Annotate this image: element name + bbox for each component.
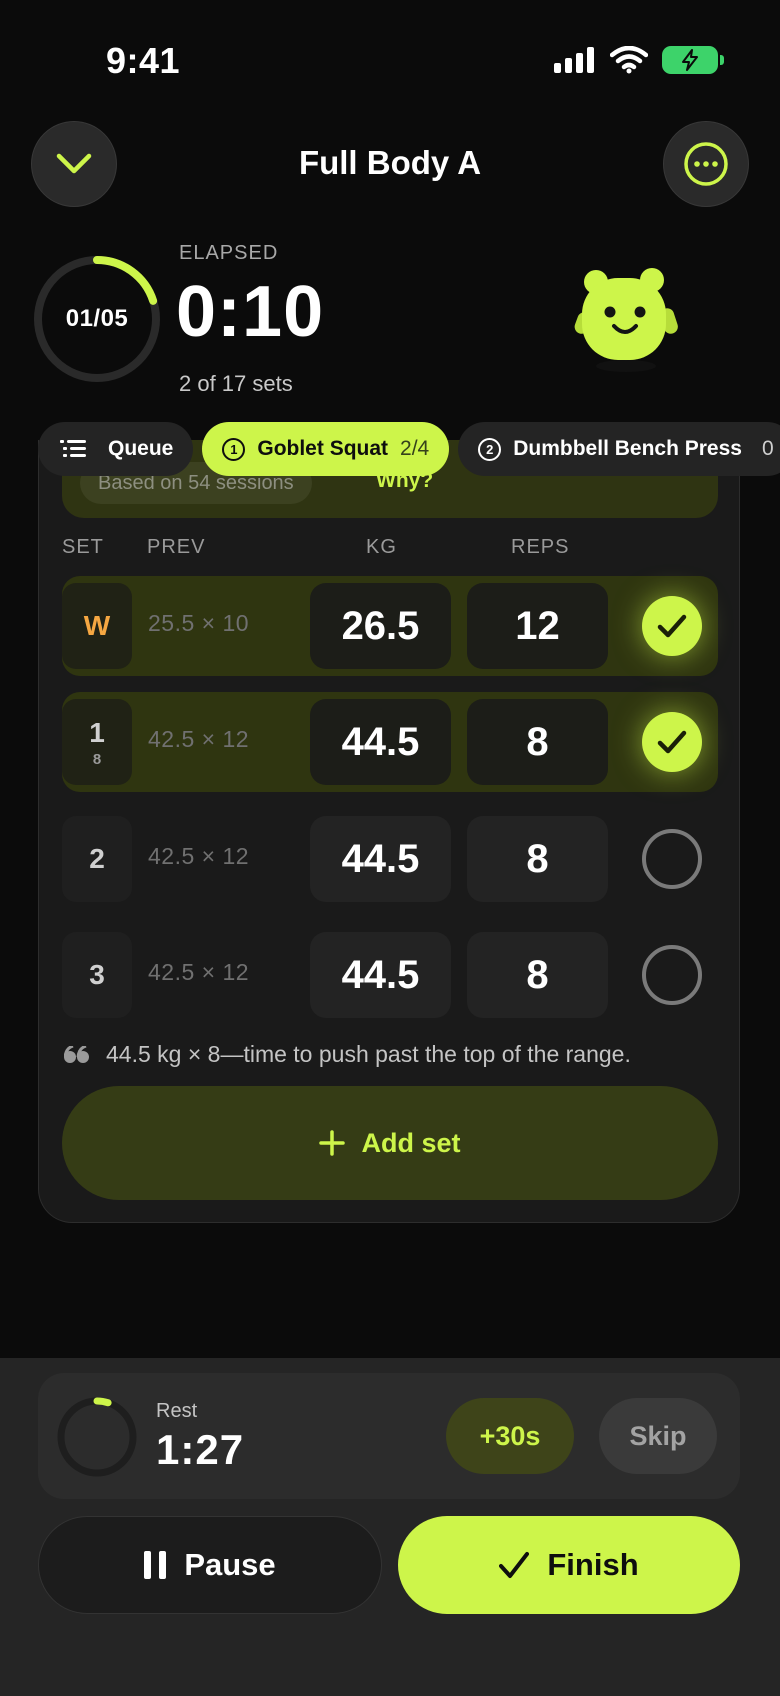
tab-label: Queue [108, 437, 174, 460]
status-time: 9:41 [106, 40, 181, 81]
previous-value: 42.5 × 12 [148, 959, 250, 985]
set-number[interactable]: 1 8 [62, 699, 132, 785]
tab-count: 0 [761, 437, 774, 460]
finish-button[interactable]: Finish [398, 1516, 740, 1614]
coach-tip: 44.5 kg × 8—time to push past the top of… [64, 1041, 631, 1068]
add-set-button[interactable]: Add set [62, 1086, 718, 1200]
previous-value: 42.5 × 12 [148, 843, 250, 869]
set-label: W [83, 610, 111, 641]
set-row: 3 42.5 × 12 44.5 8 [62, 925, 718, 1025]
status-icons [554, 46, 724, 74]
set-sublabel: 8 [92, 750, 102, 768]
weight-input[interactable]: 44.5 [310, 932, 451, 1018]
column-header-kg: KG [366, 536, 397, 558]
plus-icon [319, 1130, 346, 1156]
pause-label: Pause [184, 1547, 276, 1582]
more-horizontal-icon [684, 142, 728, 186]
tab-queue[interactable]: Queue [38, 422, 194, 476]
skip-rest-button[interactable]: Skip [599, 1398, 717, 1474]
reps-input[interactable]: 12 [467, 583, 608, 669]
weight-input[interactable]: 44.5 [310, 816, 451, 902]
elapsed-timer: 0:10 [176, 272, 325, 352]
previous-value: 42.5 × 12 [148, 726, 250, 752]
checkmark-icon [657, 730, 687, 754]
tab-label: Goblet Squat [257, 437, 389, 460]
set-label: 2 [89, 843, 105, 874]
rest-timer: 1:27 [156, 1426, 245, 1473]
weight-input[interactable]: 26.5 [310, 583, 451, 669]
previous-value: 25.5 × 10 [148, 610, 250, 636]
battery-icon [662, 46, 724, 74]
checkmark-icon [499, 1552, 530, 1578]
tab-number: 1 [222, 437, 246, 461]
complete-set-toggle[interactable] [642, 829, 702, 889]
elapsed-label: ELAPSED [179, 242, 279, 264]
column-header-set: SET [62, 536, 104, 558]
coach-tip-text: 44.5 kg × 8—time to push past the top of… [106, 1041, 631, 1067]
add-30s-button[interactable]: +30s [446, 1398, 574, 1474]
set-row: W 25.5 × 10 26.5 12 [62, 576, 718, 676]
pause-icon [144, 1551, 167, 1579]
set-label: 3 [89, 959, 105, 990]
reps-input[interactable]: 8 [467, 699, 608, 785]
wifi-icon [610, 46, 648, 74]
tab-dumbbell-bench-press[interactable]: 2 Dumbbell Bench Press 0 [458, 422, 780, 476]
set-row: 2 42.5 × 12 44.5 8 [62, 809, 718, 909]
rest-progress-ring [57, 1397, 137, 1477]
tab-number: 2 [478, 437, 502, 461]
list-icon [60, 440, 86, 457]
rest-label: Rest [156, 1400, 198, 1422]
more-options-button[interactable] [663, 121, 749, 207]
set-row: 1 8 42.5 × 12 44.5 8 [62, 692, 718, 792]
complete-set-toggle[interactable] [642, 596, 702, 656]
add-set-label: Add set [361, 1127, 461, 1158]
column-header-reps: REPS [511, 536, 570, 558]
set-number[interactable]: 3 [62, 932, 132, 1018]
reps-input[interactable]: 8 [467, 816, 608, 902]
weight-input[interactable]: 44.5 [310, 699, 451, 785]
sets-progress-label: 2 of 17 sets [179, 371, 293, 396]
complete-set-toggle[interactable] [642, 712, 702, 772]
set-label: 1 [89, 716, 105, 748]
set-number[interactable]: W [62, 583, 132, 669]
mascot-icon [574, 268, 678, 372]
exercise-tabs: Queue 1 Goblet Squat 2/4 2 Dumbbell Benc… [38, 422, 780, 476]
pause-button[interactable]: Pause [38, 1516, 382, 1614]
set-number[interactable]: 2 [62, 816, 132, 902]
quote-icon [64, 1045, 89, 1063]
cellular-signal-icon [554, 47, 594, 73]
column-header-prev: PREV [147, 536, 206, 558]
exercise-counter: 01/05 [65, 305, 129, 332]
reps-input[interactable]: 8 [467, 932, 608, 1018]
tab-count: 2/4 [400, 437, 430, 460]
tab-label: Dumbbell Bench Press [513, 437, 742, 460]
tab-goblet-squat[interactable]: 1 Goblet Squat 2/4 [202, 422, 450, 476]
complete-set-toggle[interactable] [642, 945, 702, 1005]
checkmark-icon [657, 614, 687, 638]
finish-label: Finish [547, 1547, 639, 1582]
